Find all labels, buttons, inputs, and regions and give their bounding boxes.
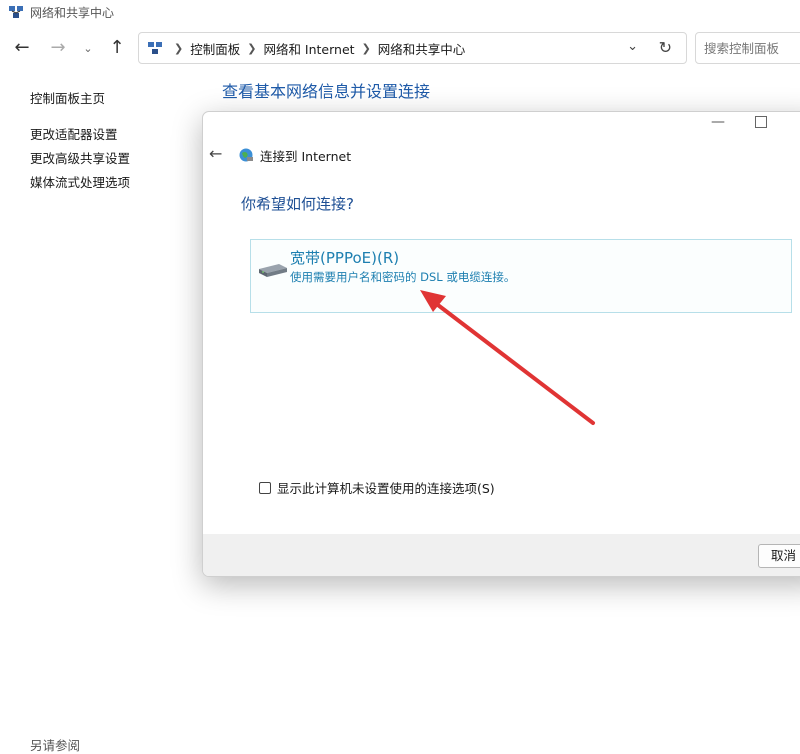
breadcrumb-item-network-sharing-center[interactable]: 网络和共享中心 <box>378 39 466 58</box>
checkbox-label: 显示此计算机未设置使用的连接选项(S) <box>277 481 495 496</box>
dialog-back-arrow-icon[interactable]: ← <box>209 144 222 163</box>
option-description: 使用需要用户名和密码的 DSL 或电缆连接。 <box>290 270 516 284</box>
breadcrumb-item-control-panel[interactable]: 控制面板 <box>190 39 240 58</box>
address-bar[interactable]: ❯ 控制面板 ❯ 网络和 Internet ❯ 网络和共享中心 ⌄ ↻ <box>138 32 687 64</box>
show-unconfigured-options-row[interactable]: 显示此计算机未设置使用的连接选项(S) <box>259 478 495 497</box>
dialog-question: 你希望如何连接? <box>241 195 354 213</box>
show-unconfigured-options-checkbox[interactable] <box>259 481 271 494</box>
breadcrumb: ❯ 控制面板 ❯ 网络和 Internet ❯ 网络和共享中心 <box>167 39 465 58</box>
globe-network-icon <box>238 147 254 163</box>
refresh-icon[interactable]: ↻ <box>659 38 672 57</box>
navigation-bar: ← → ⌄ ↑ ❯ 控制面板 ❯ 网络和 Internet ❯ 网络和共享中心 … <box>0 28 800 70</box>
modem-icon <box>257 260 289 280</box>
option-title: 宽带(PPPoE)(R) <box>290 249 400 267</box>
window-titlebar: 网络和共享中心 <box>0 0 800 24</box>
sidebar-item-control-panel-home[interactable]: 控制面板主页 <box>30 88 105 107</box>
dialog-title: 连接到 Internet <box>260 149 352 164</box>
search-box[interactable] <box>695 32 800 64</box>
back-arrow-icon[interactable]: ← <box>10 36 34 60</box>
sidebar-item-change-adapter-settings[interactable]: 更改适配器设置 <box>30 124 118 143</box>
window-title: 网络和共享中心 <box>30 5 115 20</box>
breadcrumb-separator-icon[interactable]: ❯ <box>174 42 183 55</box>
breadcrumb-separator-icon[interactable]: ❯ <box>247 42 256 55</box>
see-also-heading: 另请参阅 <box>30 738 81 753</box>
address-dropdown-chevron-icon[interactable]: ⌄ <box>627 39 638 54</box>
broadband-pppoe-option[interactable]: 宽带(PPPoE)(R) 使用需要用户名和密码的 DSL 或电缆连接。 <box>250 239 792 313</box>
dialog-footer: 取消 <box>203 534 800 576</box>
sidebar-item-change-advanced-sharing[interactable]: 更改高级共享设置 <box>30 148 130 167</box>
page-title: 查看基本网络信息并设置连接 <box>222 82 431 101</box>
breadcrumb-separator-icon[interactable]: ❯ <box>362 42 371 55</box>
minimize-icon[interactable]: — <box>711 114 725 130</box>
recent-locations-chevron-icon[interactable]: ⌄ <box>76 36 100 60</box>
network-center-icon <box>8 4 24 20</box>
breadcrumb-item-network-internet[interactable]: 网络和 Internet <box>263 39 354 58</box>
forward-arrow-icon[interactable]: → <box>46 36 70 60</box>
up-arrow-icon[interactable]: ↑ <box>105 36 129 60</box>
maximize-icon[interactable] <box>755 116 767 128</box>
control-panel-icon <box>147 40 163 56</box>
connect-to-internet-dialog: — ← 连接到 Internet 你希望如何连接? 宽带(PPPoE)(R) 使… <box>202 111 800 577</box>
annotation-arrow-icon <box>420 290 595 425</box>
search-input[interactable] <box>704 40 796 56</box>
cancel-button[interactable]: 取消 <box>758 544 800 568</box>
sidebar-item-media-streaming[interactable]: 媒体流式处理选项 <box>30 172 130 191</box>
